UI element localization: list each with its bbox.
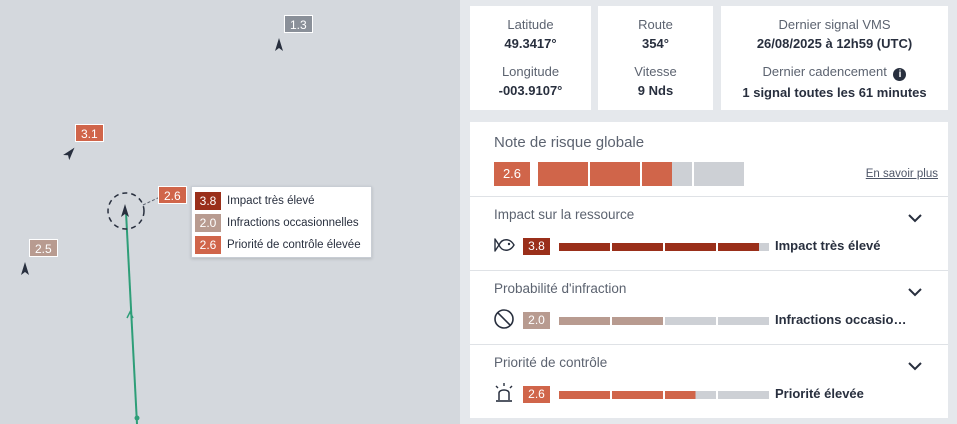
chevron-down-icon[interactable] [908, 287, 922, 297]
section-level: Infractions occasio… [775, 312, 907, 327]
risk-card: Note de risque globale 2.6 En savoir plu… [470, 122, 948, 418]
risk-bar-segment [559, 391, 610, 399]
section-score-badge: 2.0 [523, 312, 550, 329]
tooltip-row-impact: 3.8 Impact très élevé [195, 190, 368, 212]
risk-bar-segment [590, 162, 640, 186]
section-score-badge: 2.6 [523, 386, 550, 403]
prohibited-icon [494, 309, 514, 329]
section-risk-bar [559, 243, 771, 251]
global-risk-bar [538, 162, 746, 186]
route-value: 354° [642, 36, 669, 51]
vms-card: Dernier signal VMS 26/08/2025 à 12h59 (U… [721, 6, 948, 110]
longitude-value: -003.9107° [498, 83, 563, 98]
vessel-icon[interactable] [20, 262, 30, 276]
vessel-risk-tag[interactable]: 1.3 [284, 15, 313, 33]
section-infraction[interactable]: Probabilité d'infraction 2.0 Infractions… [470, 270, 948, 344]
route-label: Route [638, 17, 673, 32]
last-signal-value: 26/08/2025 à 12h59 (UTC) [756, 36, 913, 51]
risk-bar-segment [612, 243, 663, 251]
latitude-value: 49.3417° [504, 36, 557, 51]
tooltip-score-badge: 2.0 [195, 214, 221, 232]
risk-bar-segment [665, 243, 716, 251]
risk-bar-segment [694, 162, 744, 186]
cadence-value: 1 signal toutes les 61 minutes [742, 85, 927, 100]
selected-vessel-risk-tag[interactable]: 2.6 [158, 186, 187, 204]
chevron-down-icon[interactable] [908, 361, 922, 371]
section-score-badge: 3.8 [523, 238, 550, 255]
section-title: Probabilité d'infraction [494, 281, 627, 296]
vessel-side-panel: Latitude 49.3417° Longitude -003.9107° R… [460, 0, 957, 424]
siren-icon [495, 383, 513, 402]
risk-bar-segment [718, 243, 769, 251]
global-risk-title: Note de risque globale [494, 134, 645, 151]
track-point [134, 415, 140, 421]
tooltip-score-badge: 3.8 [195, 192, 221, 210]
learn-more-link[interactable]: En savoir plus [866, 168, 938, 180]
vessel-risk-tag[interactable]: 3.1 [75, 124, 104, 142]
latitude-label: Latitude [507, 17, 554, 32]
cadence-label: Dernier cadencement [762, 64, 887, 79]
tooltip-row-control: 2.6 Priorité de contrôle élevée [195, 234, 368, 256]
risk-tooltip: 3.8 Impact très élevé 2.0 Infractions oc… [191, 186, 372, 258]
risk-bar-segment [718, 391, 769, 399]
section-level: Impact très élevé [775, 238, 881, 253]
risk-bar-segment [559, 317, 610, 325]
section-title: Impact sur la ressource [494, 207, 635, 222]
last-signal-label: Dernier signal VMS [778, 17, 891, 32]
tooltip-label: Infractions occasionnelles [227, 217, 359, 229]
risk-bar-segment [559, 243, 610, 251]
section-risk-bar [559, 391, 771, 399]
risk-bar-segment [718, 317, 769, 325]
tooltip-row-infraction: 2.0 Infractions occasionnelles [195, 212, 368, 234]
risk-bar-segment [642, 162, 692, 186]
tooltip-label: Impact très élevé [227, 195, 315, 207]
speed-label: Vitesse [634, 64, 677, 79]
chevron-down-icon[interactable] [908, 213, 922, 223]
section-level: Priorité élevée [775, 386, 864, 401]
vessel-risk-tag[interactable]: 2.5 [29, 239, 58, 257]
tooltip-label: Priorité de contrôle élevée [227, 239, 361, 251]
tooltip-score-badge: 2.6 [195, 236, 221, 254]
risk-bar-segment [665, 391, 716, 399]
risk-bar-segment [538, 162, 588, 186]
section-title: Priorité de contrôle [494, 355, 608, 370]
risk-bar-segment [665, 317, 716, 325]
section-risk-bar [559, 317, 771, 325]
risk-bar-segment [612, 391, 663, 399]
selected-vessel-icon[interactable] [120, 204, 130, 218]
longitude-label: Longitude [501, 64, 560, 79]
risk-bar-segment [612, 317, 663, 325]
map-view[interactable]: 1.3 3.1 2.6 2.5 3.8 Impact très élevé 2.… [0, 0, 460, 424]
position-card: Latitude 49.3417° Longitude -003.9107° [470, 6, 591, 110]
global-risk-badge: 2.6 [494, 162, 530, 186]
info-icon[interactable]: i [893, 68, 907, 81]
section-control[interactable]: Priorité de contrôle 2.6 Priorité élevée [470, 344, 948, 418]
speed-value: 9 Nds [637, 83, 674, 98]
fish-icon [494, 238, 515, 252]
cadence-label-row: Dernier cadencement i [721, 64, 948, 81]
section-impact[interactable]: Impact sur la ressource 3.8 Impact très … [470, 196, 948, 270]
movement-card: Route 354° Vitesse 9 Nds [598, 6, 713, 110]
vessel-icon[interactable] [274, 38, 284, 52]
